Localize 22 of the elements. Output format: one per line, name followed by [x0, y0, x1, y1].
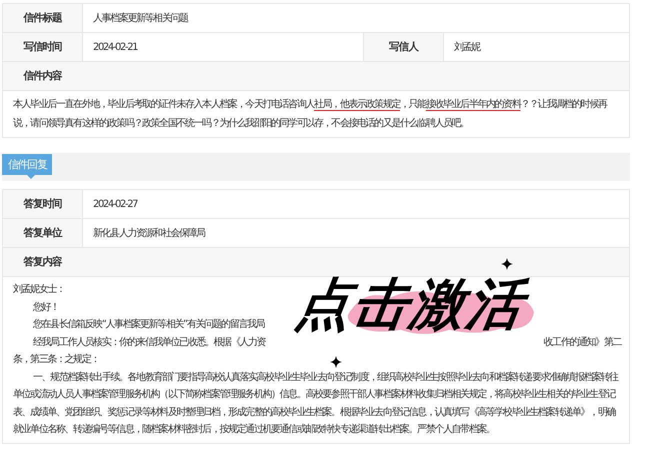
sticker-overlay[interactable]: 点击激活: [284, 273, 602, 335]
field-label: 写信时间: [3, 33, 83, 61]
reply-paragraph: 您好！: [32, 300, 60, 314]
reply-text: 收工作的通知》第二: [542, 336, 621, 350]
reply-unit: 新化县人力资源和社会保障局: [92, 226, 206, 241]
field-label: 答复单位: [3, 219, 83, 247]
field-label: 信件内容: [3, 62, 83, 90]
letter-title: 人事档案更新等相关问题: [92, 12, 190, 26]
reply-text: 刘孟妮女士：: [13, 282, 65, 297]
field-label: 写信人: [364, 33, 444, 61]
letter-author: 刘孟妮: [453, 40, 482, 55]
sparkle-icon: [501, 258, 513, 270]
reply-text: 条，第三条：之规定：: [13, 352, 100, 367]
reply-text: 经我局工作人员核实：你的来信我单位已收悉。根据《人力资: [32, 336, 266, 350]
reply-text: 您在县长信箱反映“人事档案更新等相关”有关问题的留言我局: [32, 318, 264, 332]
letter-content: 本人毕业后一直在外地，毕业后考取的证件未存入本人档案，今天打电话咨询人社局，他表示政策规定，只能接收毕业后半年内的资料？？让我调档的时候再说，请问领导真有这样的政策吗？政策全国不统一吗？为什么我邵阳的同学可以存，不会接电话的又是什么临聘人员吧。: [12, 98, 608, 131]
reply-paragraph: 一、规范档案转出手续。各地教育部门要指导高校认真落实高校毕业生毕业去向登记制度，组织高校毕业生按照毕业去向和档案转递要求准确填报档案转往单位或流动人员人事档案管理服务机构（以下简称档案管理服务机构）信息。高校要参照干部人事档案材料收集归档相关规定，将高校毕业生相关的毕业生登记表、成绩单、党团组织、奖惩记录等材料及时整理归档，形成完整的高校毕业生档案。根据毕业去向登记信息，认真填写《高等学校毕业生档案转递单》，明确就业单位名称、转递编号等信息，随档案材料密封后，按规定通过机要通信或邮政特快专递渠道转出档案。严禁个人自带档案。: [13, 370, 620, 437]
field-label: 答复时间: [3, 190, 83, 218]
field-label: 答复内容: [3, 248, 83, 276]
sparkle-icon: [330, 356, 342, 368]
reply-date: 2024-02-27: [92, 198, 138, 212]
field-label: 信件标题: [3, 4, 83, 32]
